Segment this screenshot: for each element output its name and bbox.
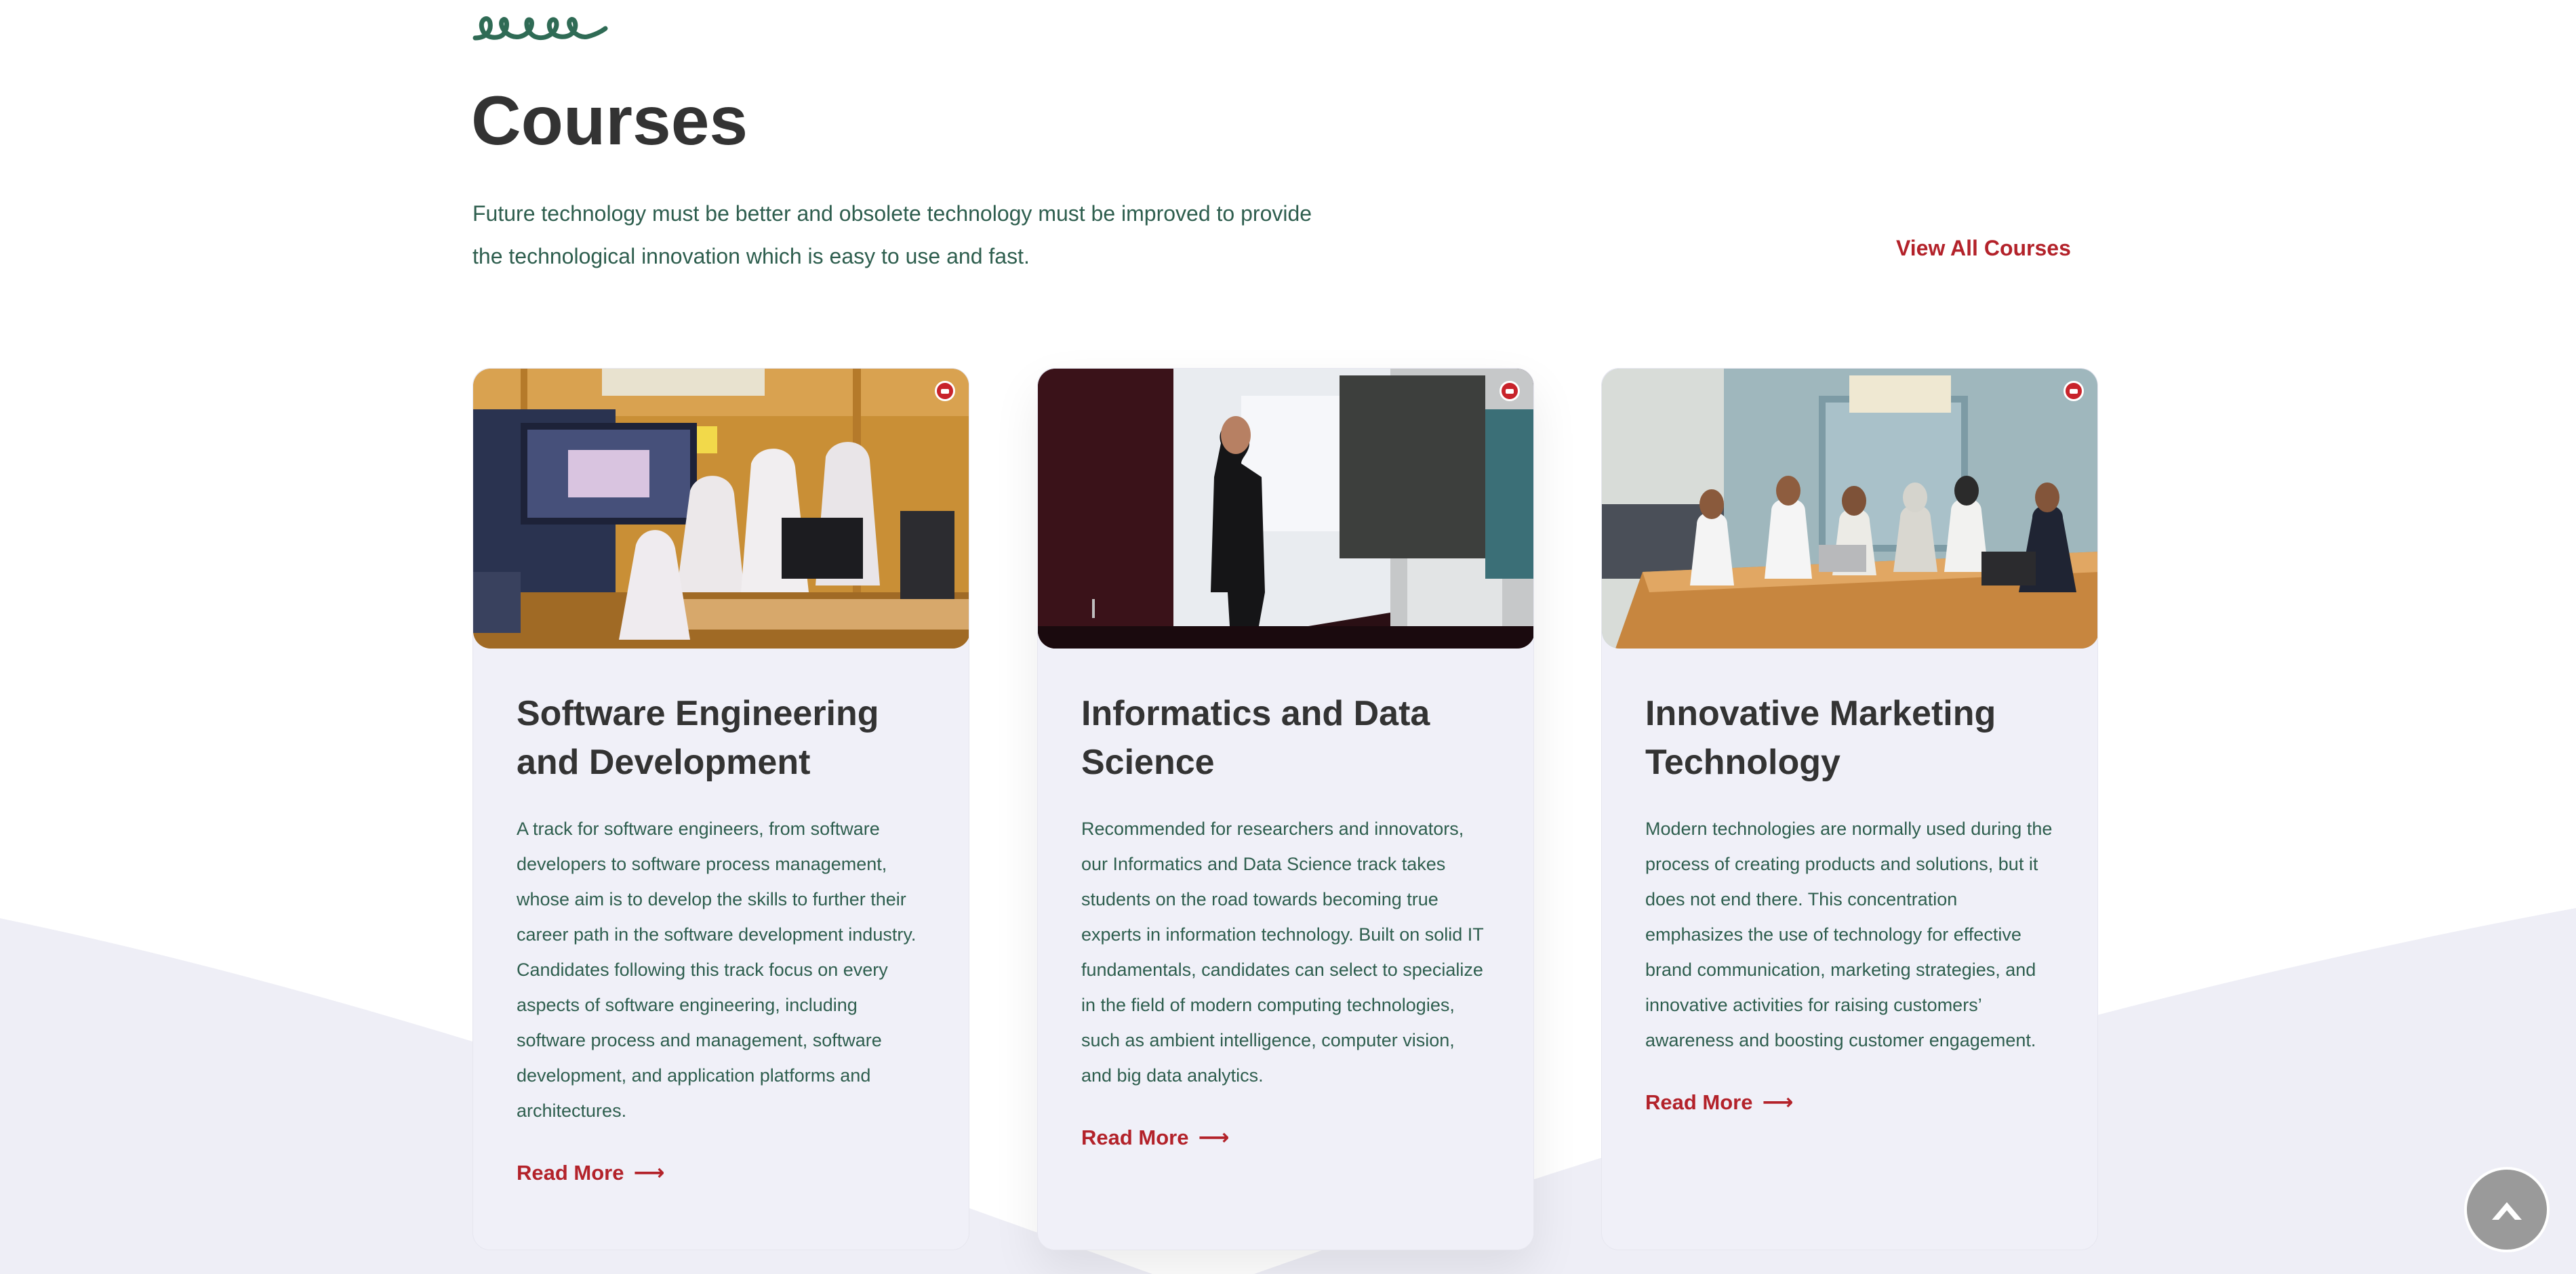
course-card-innovative-marketing[interactable]: Innovative Marketing Technology Modern t…	[1601, 368, 2098, 1250]
read-more-link[interactable]: Read More ⟶	[1081, 1124, 1229, 1150]
page-title: Courses	[471, 82, 748, 159]
card-description: Modern technologies are normally used du…	[1645, 819, 2053, 1050]
university-logo-icon	[935, 381, 955, 401]
course-card-software-engineering[interactable]: Software Engineering and Development A t…	[472, 368, 969, 1250]
card-title: Software Engineering and Development	[517, 694, 879, 782]
arrow-right-icon: ⟶	[633, 1160, 665, 1185]
university-logo-icon	[2064, 381, 2084, 401]
card-title: Innovative Marketing Technology	[1645, 694, 1996, 782]
course-card-informatics-data-science[interactable]: Informatics and Data Science Recommended…	[1037, 368, 1534, 1250]
read-more-link[interactable]: Read More ⟶	[1645, 1089, 1793, 1115]
university-logo-icon	[1500, 381, 1520, 401]
section-description: Future technology must be better and obs…	[472, 201, 1312, 268]
read-more-link[interactable]: Read More ⟶	[517, 1159, 664, 1185]
read-more-label: Read More	[517, 1161, 624, 1185]
meeting-photo	[1602, 369, 2097, 649]
card-title: Informatics and Data Science	[1081, 694, 1430, 782]
classroom-photo	[473, 369, 969, 649]
course-image-informatics	[1038, 369, 1533, 649]
arrow-right-icon: ⟶	[1198, 1125, 1230, 1149]
read-more-label: Read More	[1645, 1090, 1753, 1114]
course-image-marketing	[1602, 369, 2097, 649]
arrow-right-icon: ⟶	[1762, 1090, 1794, 1114]
view-all-courses-link[interactable]: View All Courses	[1896, 236, 2071, 261]
scroll-to-top-button[interactable]	[2464, 1167, 2550, 1252]
squiggle-decoration	[472, 16, 608, 41]
read-more-label: Read More	[1081, 1126, 1189, 1149]
card-description: A track for software engineers, from sof…	[517, 819, 917, 1121]
course-image-software-engineering	[473, 369, 969, 649]
card-description: Recommended for researchers and innovato…	[1081, 819, 1484, 1086]
chevron-up-icon	[2492, 1202, 2522, 1220]
lecture-photo	[1038, 369, 1533, 649]
